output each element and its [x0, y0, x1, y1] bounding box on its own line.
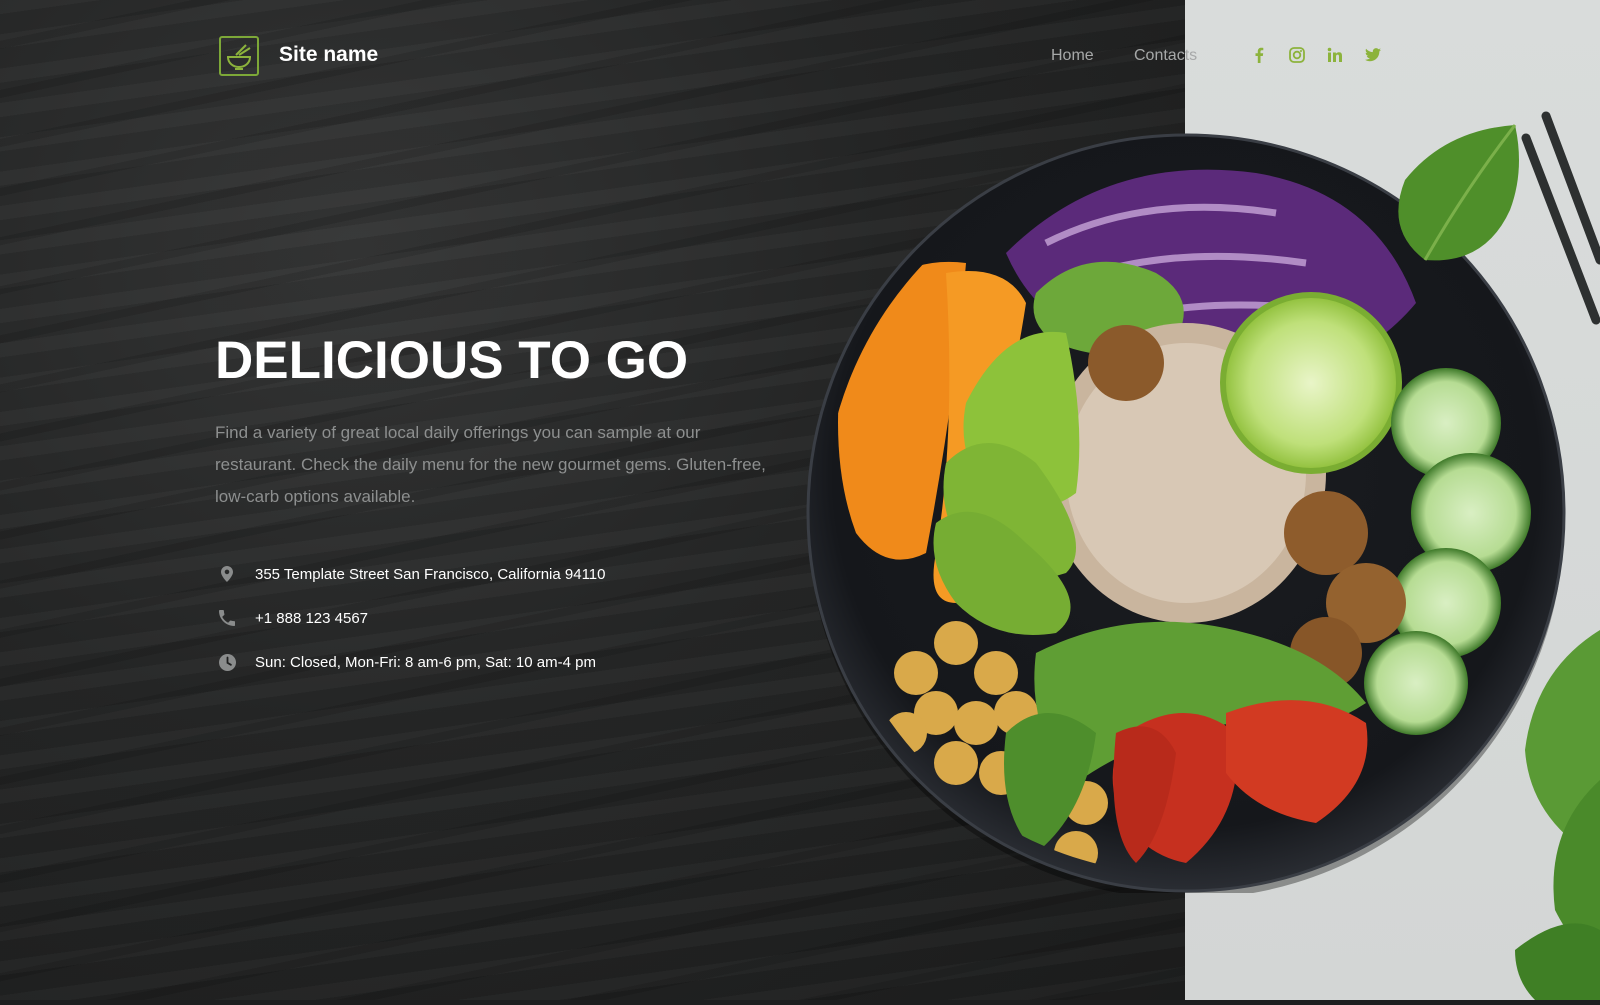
contact-hours-row: Sun: Closed, Mon-Fri: 8 am-6 pm, Sat: 10…	[218, 650, 596, 674]
location-pin-icon	[218, 565, 236, 583]
contact-hours: Sun: Closed, Mon-Fri: 8 am-6 pm, Sat: 10…	[255, 653, 596, 671]
contact-address-row: 355 Template Street San Francisco, Calif…	[218, 562, 605, 586]
clock-icon	[218, 653, 236, 671]
nav-contacts-link[interactable]: Contacts	[1134, 47, 1197, 65]
instagram-icon[interactable]	[1287, 45, 1307, 65]
phone-icon	[218, 609, 236, 627]
contact-phone-row: +1 888 123 4567	[218, 606, 368, 630]
twitter-icon[interactable]	[1363, 45, 1383, 65]
linkedin-icon[interactable]	[1325, 45, 1345, 65]
basil-leaf-image	[1385, 120, 1525, 275]
site-name[interactable]: Site name	[279, 43, 378, 67]
contact-phone[interactable]: +1 888 123 4567	[255, 610, 368, 627]
nav-home-link[interactable]: Home	[1051, 47, 1094, 65]
site-header: Site name Home Contacts	[0, 0, 1600, 112]
contact-address: 355 Template Street San Francisco, Calif…	[255, 565, 606, 583]
bowl-chopsticks-icon[interactable]	[219, 36, 259, 76]
basil-leaf-image	[1515, 630, 1600, 1005]
facebook-icon[interactable]	[1249, 45, 1269, 65]
hero-description: Find a variety of great local daily offe…	[215, 423, 766, 506]
hero-title: DELICIOUS TO GO	[215, 331, 689, 390]
